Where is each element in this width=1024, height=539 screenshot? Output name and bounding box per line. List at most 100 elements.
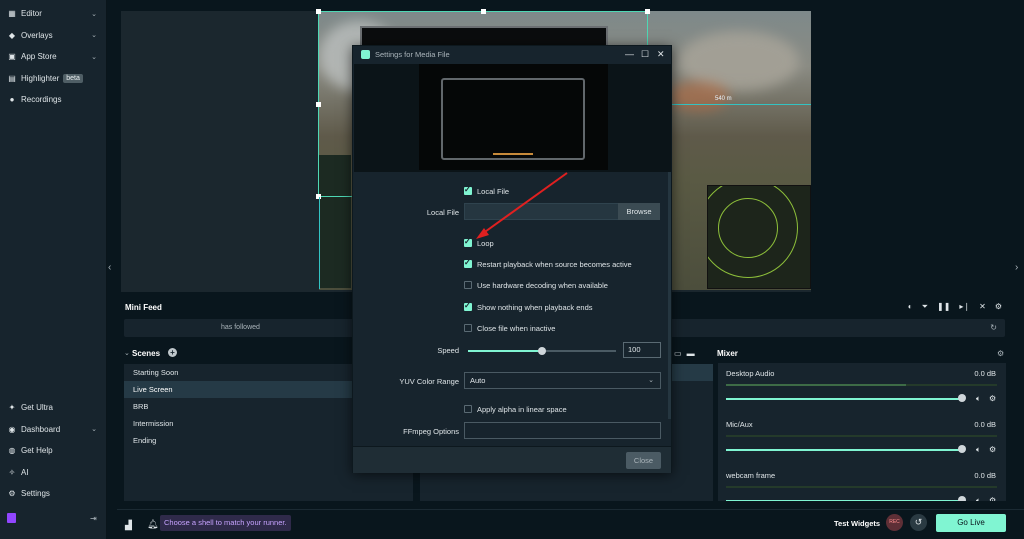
snap-guide [648,104,811,105]
close-button[interactable]: Close [626,452,661,469]
local-file-checkbox-label: Local File [477,187,510,196]
close-inactive-checkbox[interactable] [464,324,472,332]
volume-slider-knob[interactable] [958,496,966,501]
beta-badge: beta [63,73,83,83]
sidebar-item-settings[interactable]: ⚙ Settings [0,483,106,505]
hardware-decoding-label: Use hardware decoding when available [477,281,608,290]
volume-slider[interactable] [726,500,962,501]
volume-slider-knob[interactable] [958,394,966,402]
refresh-icon[interactable]: ↻ [990,323,997,332]
speaker-icon[interactable]: 🔈︎ [976,445,981,455]
resize-handle[interactable] [481,9,486,14]
source-add-icon[interactable]: ▭ [674,349,682,358]
local-file-input[interactable] [464,203,619,220]
volume-meter [726,384,997,386]
filter-icon[interactable]: ⏷ [922,302,928,312]
pause-icon[interactable]: ❚❚ [937,302,950,312]
chevron-down-icon[interactable]: ⌄ [124,349,130,357]
replay-buffer-button[interactable]: ↺ [910,514,927,531]
scrollbar[interactable] [668,172,671,419]
sidebar-item-label: Highlighter [21,73,60,83]
yuv-color-range-select[interactable]: Auto ⌄ [464,372,661,389]
local-file-label: Local File [426,208,459,217]
sidebar-item-overlays[interactable]: ◆ Overlays ⌄ [0,25,106,47]
mute-alerts-icon[interactable]: ✕ [979,302,986,312]
sidebar-item-label: Editor [21,9,42,19]
sidebar-item-editor[interactable]: ▦ Editor ⌄ [0,3,106,25]
test-widgets-label[interactable]: Test Widgets [834,519,880,528]
gear-icon[interactable]: ⚙ [989,445,996,454]
sources-toolbar: ▭ ▬ [674,349,695,358]
sidebar-item-dashboard[interactable]: ◉ Dashboard ⌄ [0,419,106,441]
restart-playback-checkbox[interactable] [464,258,472,268]
twitch-logo-icon[interactable] [7,513,16,523]
gear-icon[interactable]: ⚙ [989,394,996,403]
chevron-right-icon[interactable]: › [1015,262,1018,273]
app-store-icon: ▣ [8,52,16,62]
bottom-bar: ▟ 🔔︎ Choose a shell to match your runner… [117,509,1024,539]
volume-slider-knob[interactable] [958,445,966,453]
folder-icon[interactable]: ▬ [687,349,695,358]
sidebar-top-nav: ▦ Editor ⌄ ◆ Overlays ⌄ ▣ App Store ⌄ ▤ … [0,3,106,111]
settings-gear-icon[interactable]: ⚙ [995,302,1002,312]
collapse-sidebar-icon[interactable]: ⇥ [90,514,97,523]
volume-slider[interactable] [726,398,962,400]
minimap-ring [718,198,778,258]
loop-checkbox[interactable] [464,237,472,247]
channel-name: Mic/Aux [726,420,753,429]
resize-handle[interactable] [645,9,650,14]
minimize-icon[interactable]: — [625,49,634,59]
close-icon[interactable]: ✕ [657,49,665,60]
sidebar-item-recordings[interactable]: ● Recordings [0,89,106,111]
add-scene-icon[interactable]: + [168,348,177,357]
sidebar-bottom-nav: ✦ Get Ultra ◉ Dashboard ⌄ ◍ Get Help ✧ A… [0,397,106,505]
notification-bell-icon[interactable]: 🔔︎ [147,519,158,530]
dialog-form: Local File Local File Browse Loop Restar… [354,172,671,446]
apply-alpha-checkbox[interactable] [464,405,472,413]
speaker-icon[interactable]: 🔈︎ [976,496,981,501]
mixer-channel: webcam frame 0.0 dB 🔈︎ ⚙ [718,465,1006,501]
media-preview [419,64,608,170]
media-file-settings-dialog: Settings for Media File — ☐ ✕ Local File… [352,45,672,473]
mixer-panel: Desktop Audio 0.0 dB 🔈︎ ⚙ Mic/Aux 0.0 dB… [718,363,1006,501]
show-nothing-checkbox[interactable] [464,301,472,311]
speaker-icon[interactable]: 🔈︎ [976,394,981,404]
preview-frame [441,78,585,160]
hardware-decoding-checkbox[interactable] [464,281,472,289]
maximize-icon[interactable]: ☐ [641,49,649,60]
contrast-icon[interactable]: ◐ [908,302,913,312]
snap-guide [319,197,320,289]
resize-handle[interactable] [316,9,321,14]
speed-slider-knob[interactable] [538,347,546,355]
sidebar-item-ai[interactable]: ✧ AI [0,462,106,484]
chevron-left-icon[interactable]: ‹ [108,262,111,273]
mixer-title: Mixer [717,349,738,358]
channel-db: 0.0 dB [974,420,996,429]
local-file-checkbox[interactable] [464,185,472,195]
scenes-title: Scenes [132,349,161,358]
skip-icon[interactable]: ▸❘ [959,302,970,312]
overlays-icon: ◆ [8,30,16,40]
gear-icon[interactable]: ⚙ [997,349,1004,358]
speed-label: Speed [437,346,459,355]
volume-slider[interactable] [726,449,962,451]
ffmpeg-options-input[interactable] [464,422,661,439]
preview-accent-bar [493,153,533,155]
ai-icon: ✧ [8,467,16,477]
sidebar-item-highlighter[interactable]: ▤ Highlighter beta [0,68,106,90]
speed-input[interactable]: 100 [623,342,661,358]
speed-slider[interactable] [468,347,616,355]
sidebar-item-app-store[interactable]: ▣ App Store ⌄ [0,46,106,68]
browse-button[interactable]: Browse [618,203,660,220]
stats-icon[interactable]: ▟ [125,520,132,531]
sidebar-item-get-help[interactable]: ◍ Get Help [0,440,106,462]
mixer-channel: Desktop Audio 0.0 dB 🔈︎ ⚙ [718,363,1006,413]
resize-handle[interactable] [316,102,321,107]
sidebar-item-get-ultra[interactable]: ✦ Get Ultra [0,397,106,419]
gear-icon[interactable]: ⚙ [989,496,996,501]
record-button[interactable]: REC [886,514,903,531]
chevron-down-icon: ⌄ [91,426,97,434]
tip-banner[interactable]: Choose a shell to match your runner. [160,515,291,531]
channel-name: webcam frame [726,471,776,480]
go-live-button[interactable]: Go Live [936,514,1006,532]
